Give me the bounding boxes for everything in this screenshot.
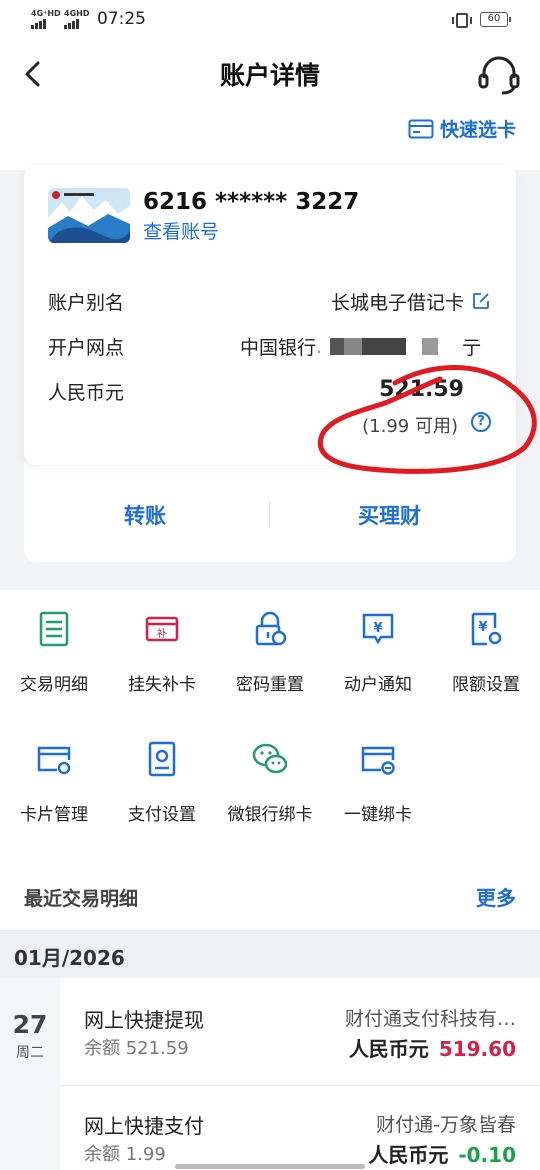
function-label: 交易明细 <box>20 675 88 695</box>
account-actions: 转账 买理财 <box>24 462 516 562</box>
function-label: 支付设置 <box>128 805 196 825</box>
day-number: 27 <box>12 1010 48 1039</box>
limit-settings-button[interactable]: ¥ 限额设置 <box>432 610 540 695</box>
signal-1-label: 4G⁺HD <box>31 9 61 18</box>
svg-text:补: 补 <box>157 627 167 640</box>
quick-select-card-label: 快速选卡 <box>439 119 516 141</box>
payment-settings-button[interactable]: 支付设置 <box>108 740 216 825</box>
card-number: 6216 ****** 3227 <box>143 189 360 215</box>
actions-divider <box>269 502 270 527</box>
transaction-title: 网上快捷支付 <box>84 1114 204 1138</box>
redacted-block <box>422 338 439 355</box>
home-indicator[interactable] <box>175 1164 365 1169</box>
transaction-date: 27 周二 <box>0 978 60 1170</box>
customer-service-icon[interactable] <box>476 54 522 96</box>
wechat-bind-icon <box>252 743 288 774</box>
password-reset-icon <box>255 611 287 646</box>
alias-label: 账户别名 <box>48 292 125 314</box>
available-balance: (1.99 可用) <box>362 416 458 437</box>
transaction-amount: 519.60 <box>438 1037 516 1061</box>
function-label: 动户通知 <box>344 675 412 695</box>
account-notify-icon: ¥ <box>362 613 394 645</box>
report-loss-icon: 补 <box>145 616 179 642</box>
password-reset-button[interactable]: 密码重置 <box>216 610 324 695</box>
limit-settings-icon: ¥ <box>471 612 502 646</box>
account-notify-button[interactable]: ¥ 动户通知 <box>324 610 432 695</box>
page-title: 账户详情 <box>219 61 320 90</box>
svg-text:¥: ¥ <box>478 620 487 635</box>
one-click-bind-icon <box>361 746 395 775</box>
function-label: 密码重置 <box>236 675 304 695</box>
more-link[interactable]: 更多 <box>476 882 516 911</box>
redacted-block <box>344 338 363 355</box>
account-card: 6216 ****** 3227 查看账号 账户别名 长城电子借记卡 开户网点 … <box>24 165 516 465</box>
buy-wealth-button[interactable]: 买理财 <box>358 500 421 530</box>
status-time: 07:25 <box>97 9 146 29</box>
transaction-balance: 余额 1.99 <box>84 1144 166 1165</box>
recent-transactions-header: 最近交易明细 更多 <box>0 840 540 930</box>
transaction-amount: -0.10 <box>458 1143 516 1167</box>
bank-card-image <box>48 188 130 243</box>
currency-label: 人民币元 <box>48 382 125 404</box>
card-switch-icon <box>408 119 434 138</box>
branch-value-suffix: 亍 <box>462 337 482 359</box>
transaction-title: 网上快捷提现 <box>84 1008 204 1032</box>
function-grid: 交易明细 补 挂失补卡 密码重置 ¥ 动户通知 ¥ 限额设置 卡片管理 支付设置… <box>0 590 540 840</box>
branch-value-prefix: 中国银行 <box>240 337 317 359</box>
transaction-balance: 余额 521.59 <box>84 1038 189 1059</box>
function-label: 卡片管理 <box>20 805 88 825</box>
function-label: 一键绑卡 <box>344 805 412 825</box>
balance-value: 521.59 <box>379 377 464 402</box>
signal-1-icon: 4G⁺HD <box>31 10 61 29</box>
month-label: 01月/2026 <box>14 946 125 970</box>
transaction-detail-button[interactable]: 交易明细 <box>0 610 108 695</box>
signal-2-label: 4GHD <box>64 9 90 18</box>
function-label: 挂失补卡 <box>128 675 196 695</box>
alias-value: 长城电子借记卡 <box>330 292 464 314</box>
month-bar: 01月/2026 <box>0 930 540 978</box>
transaction-merchant: 财付通-万象皆春 <box>376 1114 516 1136</box>
signal-2-icon: 4GHD <box>64 10 89 29</box>
transfer-button[interactable]: 转账 <box>124 500 166 530</box>
payment-settings-icon <box>148 741 176 777</box>
vibrate-icon <box>452 13 472 28</box>
transaction-row[interactable]: 网上快捷提现 余额 521.59 财付通支付科技有… 人民币元 519.60 <box>60 978 540 1085</box>
transaction-amount-row: 人民币元 -0.10 <box>368 1139 516 1168</box>
wechat-bind-button[interactable]: 微银行绑卡 <box>216 740 324 825</box>
transaction-currency: 人民币元 <box>348 1037 429 1061</box>
card-manage-button[interactable]: 卡片管理 <box>0 740 108 825</box>
svg-text:¥: ¥ <box>373 621 382 636</box>
transaction-currency: 人民币元 <box>368 1143 449 1167</box>
quick-select-card-button[interactable]: 快速选卡 <box>408 115 516 142</box>
function-label: 限额设置 <box>452 675 520 695</box>
function-label: 微银行绑卡 <box>227 805 313 825</box>
battery-icon: 60 <box>480 12 511 27</box>
transaction-merchant: 财付通支付科技有… <box>344 1008 516 1030</box>
edit-alias-icon[interactable] <box>472 292 490 310</box>
transaction-detail-icon <box>39 611 69 647</box>
redacted-block <box>330 338 345 355</box>
branch-label: 开户网点 <box>48 337 125 359</box>
transaction-amount-row: 人民币元 519.60 <box>349 1033 516 1062</box>
transaction-row[interactable]: 网上快捷支付 余额 1.99 财付通-万象皆春 人民币元 -0.10 <box>60 1086 540 1170</box>
help-icon[interactable]: ? <box>471 412 491 432</box>
weekday: 周二 <box>16 1045 44 1061</box>
card-manage-icon <box>37 746 71 775</box>
view-account-link[interactable]: 查看账号 <box>143 217 219 244</box>
report-loss-button[interactable]: 补 挂失补卡 <box>108 610 216 695</box>
branch-value: 中国银行 . 亍 <box>240 333 481 360</box>
one-click-bind-button[interactable]: 一键绑卡 <box>324 740 432 825</box>
status-bar: 4G⁺HD 4GHD 07:25 60 <box>0 0 540 40</box>
redacted-block <box>362 338 407 355</box>
recent-transactions-title: 最近交易明细 <box>24 888 139 910</box>
